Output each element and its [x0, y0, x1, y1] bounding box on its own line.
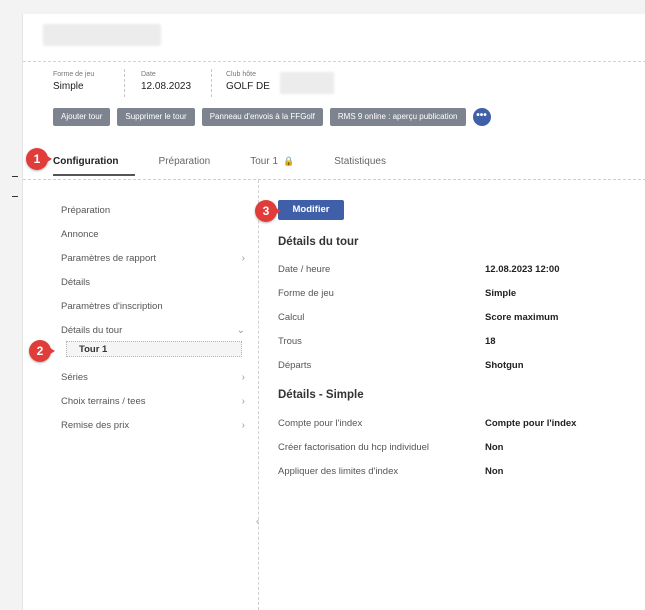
chevron-right-icon: ›	[241, 253, 245, 264]
detail-row: Calcul Score maximum	[278, 312, 608, 326]
tabs-divider	[23, 179, 645, 180]
detail-row: Créer factorisation du hcp individuel Non	[278, 442, 608, 456]
club-name-redacted	[280, 72, 334, 94]
detail-key: Appliquer des limites d'index	[278, 466, 399, 477]
callout-badge-3: 3	[255, 200, 281, 222]
header-field-club: Club hôte GOLF DE	[226, 69, 270, 93]
sidebar-subitem-label: Tour 1	[79, 344, 108, 355]
sidebar-item-preparation[interactable]: Préparation	[61, 204, 245, 228]
ellipsis-icon: •••	[476, 110, 487, 121]
page: Forme de jeu Simple Date 12.08.2023 Club…	[22, 14, 645, 610]
header-field-label: Club hôte	[226, 71, 256, 78]
chevron-right-icon: ›	[241, 396, 245, 407]
sidebar-item-registration-settings[interactable]: Paramètres d'inscription	[61, 300, 245, 324]
header-field-value: 12.08.2023	[141, 81, 192, 92]
sidebar-subitem-round-1[interactable]: Tour 1	[66, 341, 242, 357]
header-field-label: Date	[141, 71, 156, 78]
detail-key: Date / heure	[278, 264, 331, 275]
detail-value: 18	[485, 336, 496, 347]
detail-value: Simple	[485, 288, 517, 299]
header-field-value: Simple	[53, 81, 84, 92]
delete-round-button[interactable]: Supprimer le tour	[117, 108, 195, 126]
tab-label: Préparation	[158, 156, 211, 167]
callout-badge-1: 1	[26, 148, 52, 170]
sidebar-item-prize-giving[interactable]: Remise des prix ›	[61, 419, 245, 443]
detail-value: 12.08.2023 12:00	[485, 264, 560, 275]
sidebar-item-label: Détails	[61, 277, 91, 288]
action-bar: Ajouter tour Supprimer le tour Panneau d…	[53, 108, 491, 126]
sidebar-item-label: Remise des prix	[61, 420, 130, 431]
detail-value: Compte pour l'index	[485, 418, 577, 429]
chevron-right-icon: ›	[241, 420, 245, 431]
sidebar-item-label: Préparation	[61, 205, 111, 216]
ffgolf-panel-button[interactable]: Panneau d'envois à la FFGolf	[201, 108, 323, 126]
tab-label: Statistiques	[334, 156, 386, 167]
sidebar-item-label: Choix terrains / tees	[61, 396, 146, 407]
tab-statistics[interactable]: Statistiques	[334, 156, 386, 176]
page-title-redacted	[43, 24, 161, 46]
header-divider	[23, 61, 645, 62]
tab-preparation[interactable]: Préparation	[159, 156, 211, 176]
sidebar-item-label: Détails du tour	[61, 325, 123, 336]
lock-icon: 🔒	[283, 156, 295, 166]
sidebar-item-report-settings[interactable]: Paramètres de rapport ›	[61, 252, 245, 276]
edge-tick	[12, 176, 18, 177]
detail-key: Trous	[278, 336, 302, 347]
sidebar-item-details[interactable]: Détails	[61, 276, 245, 300]
header-field-value: GOLF DE	[226, 81, 270, 92]
publication-preview-button[interactable]: RMS 9 online : aperçu publication	[329, 108, 466, 126]
sidebar-item-label: Paramètres de rapport	[61, 253, 157, 264]
detail-key: Forme de jeu	[278, 288, 334, 299]
detail-row: Compte pour l'index Compte pour l'index	[278, 418, 608, 432]
tab-bar: Configuration Préparation Tour 1 🔒 Statis…	[53, 156, 426, 176]
sidebar-item-announcement[interactable]: Annonce	[61, 228, 245, 252]
modify-button[interactable]: Modifier	[278, 200, 344, 220]
sidebar: Préparation Annonce Paramètres de rappor…	[61, 204, 245, 348]
detail-row: Départs Shotgun	[278, 360, 608, 374]
tab-configuration[interactable]: Configuration	[53, 156, 134, 176]
sidebar-lower: Séries › Choix terrains / tees › Remise de…	[61, 371, 245, 443]
detail-row: Trous 18	[278, 336, 608, 350]
header-separator	[211, 69, 212, 97]
detail-key: Départs	[278, 360, 312, 371]
header-field-format: Forme de jeu Simple	[53, 69, 94, 93]
detail-row: Forme de jeu Simple	[278, 288, 608, 302]
chevron-down-icon: ⌄	[236, 325, 245, 336]
detail-row: Appliquer des limites d'index Non	[278, 466, 608, 480]
simple-details-title: Détails - Simple	[278, 389, 364, 401]
detail-value: Score maximum	[485, 312, 559, 323]
detail-value: Non	[485, 466, 504, 477]
sidebar-item-series[interactable]: Séries ›	[61, 371, 245, 395]
detail-key: Calcul	[278, 312, 305, 323]
tab-round-1[interactable]: Tour 1 🔒	[250, 156, 294, 176]
detail-row: Date / heure 12.08.2023 12:00	[278, 264, 608, 278]
header-field-date: Date 12.08.2023	[141, 69, 191, 93]
detail-key: Compte pour l'index	[278, 418, 363, 429]
callout-badge-2: 2	[29, 340, 55, 362]
tab-label: Configuration	[53, 156, 119, 167]
chevron-right-icon: ›	[241, 372, 245, 383]
sidebar-divider	[258, 180, 259, 610]
sidebar-item-label: Séries	[61, 372, 88, 383]
header-separator	[124, 69, 125, 97]
collapse-handle-icon[interactable]: ‹	[256, 516, 259, 526]
detail-key: Créer factorisation du hcp individuel	[278, 442, 430, 453]
more-options-button[interactable]: •••	[472, 108, 491, 126]
tab-label: Tour 1	[250, 156, 279, 167]
detail-value: Shotgun	[485, 360, 524, 371]
header-field-label: Forme de jeu	[53, 71, 95, 78]
add-round-button[interactable]: Ajouter tour	[53, 108, 111, 126]
detail-value: Non	[485, 442, 504, 453]
sidebar-item-courses-tees[interactable]: Choix terrains / tees ›	[61, 395, 245, 419]
sidebar-item-label: Annonce	[61, 229, 99, 240]
sidebar-item-label: Paramètres d'inscription	[61, 301, 163, 312]
edge-tick	[12, 196, 18, 197]
round-details-title: Détails du tour	[278, 236, 359, 248]
